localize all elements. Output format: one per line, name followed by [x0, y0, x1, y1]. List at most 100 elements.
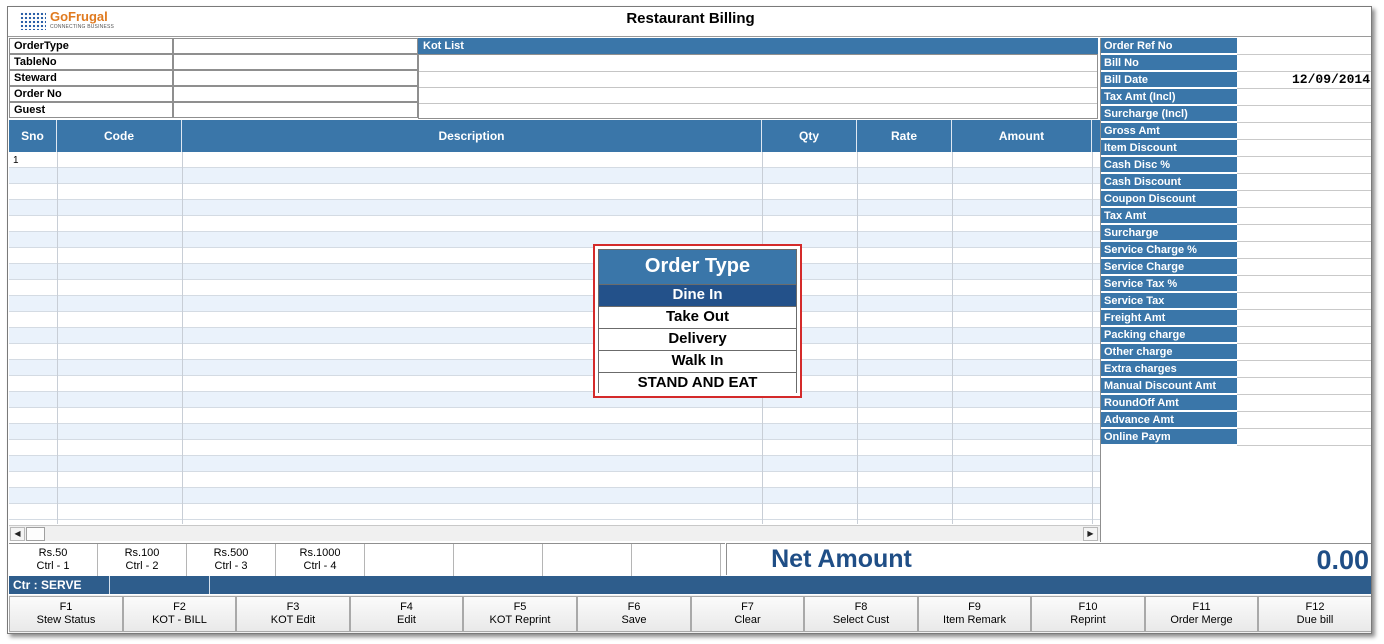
item-grid[interactable]: Sno Code Description Qty Rate Amount 1 — [9, 120, 1100, 524]
table-row[interactable] — [9, 504, 1100, 520]
summary-value-service-charge[interactable] — [1237, 259, 1371, 276]
grid-cell-sno[interactable]: 1 — [13, 153, 19, 168]
option-dine-in[interactable]: Dine In — [599, 284, 796, 306]
function-key-f4[interactable]: F4 Edit — [350, 596, 463, 632]
horizontal-scrollbar[interactable]: ◀ ▶ — [9, 525, 1100, 541]
summary-value-manual-discount-amt[interactable] — [1237, 378, 1371, 395]
scroll-left-icon[interactable]: ◀ — [10, 527, 25, 541]
function-key-f10[interactable]: F10 Reprint — [1031, 596, 1145, 632]
table-row[interactable] — [9, 248, 1100, 264]
table-row[interactable] — [9, 424, 1100, 440]
column-header-description[interactable]: Description — [182, 120, 762, 152]
summary-value-bill-no[interactable] — [1237, 55, 1371, 72]
steward-field[interactable] — [173, 70, 418, 86]
scroll-right-icon[interactable]: ▶ — [1083, 527, 1098, 541]
summary-label-service-tax: Service Tax — [1101, 293, 1237, 309]
table-row[interactable] — [9, 472, 1100, 488]
summary-value-gross-amt[interactable] — [1237, 123, 1371, 140]
summary-value-item-discount[interactable] — [1237, 140, 1371, 157]
table-row[interactable] — [9, 456, 1100, 472]
table-row[interactable] — [9, 232, 1100, 248]
summary-label-packing-charge: Packing charge — [1101, 327, 1237, 343]
summary-value-tax-amt-incl[interactable] — [1237, 89, 1371, 106]
table-row[interactable] — [9, 360, 1100, 376]
order-type-field[interactable] — [173, 38, 418, 54]
denomination-shortcut: Ctrl - 2 — [125, 560, 159, 572]
denomination-button[interactable]: Rs.100 Ctrl - 2 — [98, 544, 187, 576]
table-row[interactable] — [9, 440, 1100, 456]
summary-label-order-ref-no: Order Ref No — [1101, 38, 1237, 54]
summary-value-coupon-discount[interactable] — [1237, 191, 1371, 208]
table-row[interactable] — [9, 328, 1100, 344]
summary-label-roundoff-amt: RoundOff Amt — [1101, 395, 1237, 411]
column-header-sno[interactable]: Sno — [9, 120, 57, 152]
table-row[interactable] — [9, 392, 1100, 408]
denomination-button[interactable]: Rs.50 Ctrl - 1 — [9, 544, 98, 576]
summary-value-extra-charges[interactable] — [1237, 361, 1371, 378]
status-bar: Ctr : SERVE — [9, 576, 1371, 594]
option-take-out[interactable]: Take Out — [599, 306, 796, 328]
table-row[interactable] — [9, 184, 1100, 200]
table-row[interactable] — [9, 216, 1100, 232]
denomination-amount: Rs.100 — [124, 547, 160, 559]
summary-value-service-tax[interactable] — [1237, 293, 1371, 310]
denomination-button[interactable]: Rs.500 Ctrl - 3 — [187, 544, 276, 576]
order-no-field[interactable] — [173, 86, 418, 102]
function-key-f3[interactable]: F3 KOT Edit — [236, 596, 350, 632]
table-row[interactable] — [9, 152, 1100, 168]
table-no-field[interactable] — [173, 54, 418, 70]
summary-value-cash-disc[interactable] — [1237, 157, 1371, 174]
guest-field[interactable] — [173, 102, 418, 118]
net-amount-value: 0.00 — [1316, 545, 1369, 575]
column-header-amount[interactable]: Amount — [952, 120, 1092, 152]
function-key-f6[interactable]: F6 Save — [577, 596, 691, 632]
table-row[interactable] — [9, 312, 1100, 328]
summary-value-packing-charge[interactable] — [1237, 327, 1371, 344]
table-row[interactable] — [9, 264, 1100, 280]
summary-value-tax-amt[interactable] — [1237, 208, 1371, 225]
summary-label-surcharge: Surcharge — [1101, 225, 1237, 241]
table-row[interactable] — [9, 296, 1100, 312]
summary-value-online-paym[interactable] — [1237, 429, 1371, 446]
table-row[interactable] — [9, 280, 1100, 296]
denomination-amount: Rs.500 — [213, 547, 249, 559]
option-delivery[interactable]: Delivery — [599, 328, 796, 350]
function-key-f1[interactable]: F1 Stew Status — [9, 596, 123, 632]
table-row[interactable] — [9, 376, 1100, 392]
table-no-label: TableNo — [9, 54, 173, 70]
kot-list[interactable] — [418, 54, 1098, 119]
summary-value-order-ref-no[interactable] — [1237, 38, 1371, 55]
function-key-f12[interactable]: F12 Due bill — [1258, 596, 1371, 632]
denomination-button[interactable]: Rs.1000 Ctrl - 4 — [276, 544, 365, 576]
column-header-rate[interactable]: Rate — [857, 120, 952, 152]
scroll-thumb[interactable] — [26, 527, 45, 541]
column-header-qty[interactable]: Qty — [762, 120, 857, 152]
summary-value-cash-discount[interactable] — [1237, 174, 1371, 191]
function-key-f8[interactable]: F8 Select Cust — [804, 596, 918, 632]
summary-value-surcharge-incl[interactable] — [1237, 106, 1371, 123]
function-key-f11[interactable]: F11 Order Merge — [1145, 596, 1258, 632]
summary-value-advance-amt[interactable] — [1237, 412, 1371, 429]
table-row[interactable] — [9, 488, 1100, 504]
table-row[interactable] — [9, 200, 1100, 216]
function-key-f7[interactable]: F7 Clear — [691, 596, 804, 632]
summary-value-other-charge[interactable] — [1237, 344, 1371, 361]
column-divider — [182, 152, 183, 524]
summary-value-roundoff-amt[interactable] — [1237, 395, 1371, 412]
table-row[interactable] — [9, 168, 1100, 184]
function-key-f9[interactable]: F9 Item Remark — [918, 596, 1031, 632]
summary-label-bill-no: Bill No — [1101, 55, 1237, 71]
option-walk-in[interactable]: Walk In — [599, 350, 796, 372]
denomination-slot — [365, 544, 454, 576]
summary-value-service-charge[interactable] — [1237, 242, 1371, 259]
table-row[interactable] — [9, 408, 1100, 424]
summary-value-freight-amt[interactable] — [1237, 310, 1371, 327]
summary-value-bill-date[interactable]: 12/09/2014 — [1237, 72, 1371, 89]
table-row[interactable] — [9, 344, 1100, 360]
function-key-f5[interactable]: F5 KOT Reprint — [463, 596, 577, 632]
column-header-code[interactable]: Code — [57, 120, 182, 152]
summary-value-service-tax[interactable] — [1237, 276, 1371, 293]
summary-value-surcharge[interactable] — [1237, 225, 1371, 242]
function-key-f2[interactable]: F2 KOT - BILL — [123, 596, 236, 632]
option-stand-and-eat[interactable]: STAND AND EAT — [599, 372, 796, 394]
